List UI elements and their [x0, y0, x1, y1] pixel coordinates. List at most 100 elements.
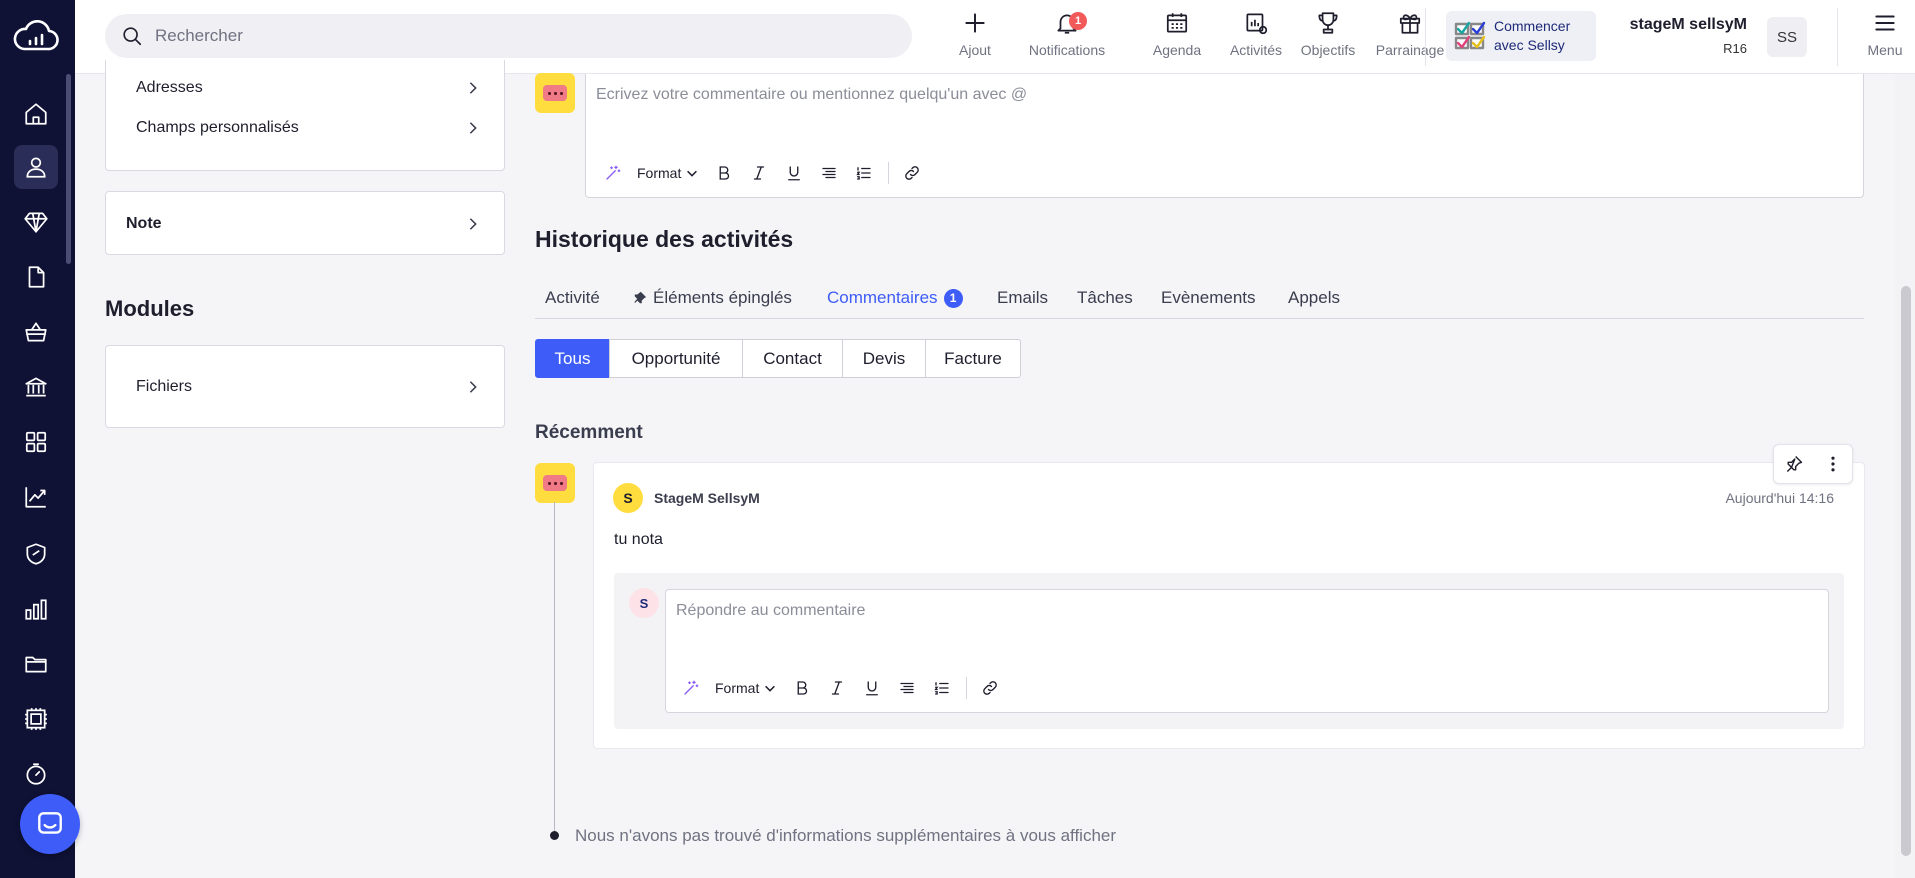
- bullet-list-icon[interactable]: [896, 677, 918, 699]
- history-title: Historique des activités: [535, 226, 794, 252]
- filter-contact[interactable]: Contact: [742, 339, 843, 378]
- chevron-right-icon: [469, 381, 477, 393]
- bold-icon[interactable]: [713, 162, 735, 184]
- reply-avatar: S: [629, 588, 659, 618]
- folder-icon[interactable]: [14, 642, 58, 686]
- format-label: Format: [715, 680, 760, 696]
- underline-icon[interactable]: [783, 162, 805, 184]
- files-card[interactable]: Fichiers: [105, 345, 505, 428]
- filter-invoice[interactable]: Facture: [925, 339, 1021, 378]
- files-label: Fichiers: [136, 378, 193, 395]
- files-row[interactable]: Fichiers: [136, 378, 480, 396]
- tab-activity[interactable]: Activité: [545, 278, 600, 318]
- calendar-icon: [1166, 13, 1188, 33]
- magic-wand-icon[interactable]: [680, 677, 702, 699]
- format-dropdown[interactable]: Format: [637, 165, 699, 181]
- numbered-list-icon[interactable]: [931, 677, 953, 699]
- addresses-label: Adresses: [136, 79, 203, 96]
- tab-calls[interactable]: Appels: [1288, 278, 1340, 318]
- search-input[interactable]: [155, 26, 855, 46]
- notifications-button[interactable]: 1 Notifications: [999, 10, 1135, 64]
- reply-editor[interactable]: Répondre au commentaire Format: [665, 589, 1829, 713]
- activities-label: Activités: [1229, 42, 1283, 58]
- filter-opportunity[interactable]: Opportunité: [609, 339, 743, 378]
- reply-toolbar: Format: [680, 676, 1014, 700]
- contacts-icon[interactable]: [14, 145, 58, 189]
- shield-icon[interactable]: [14, 532, 58, 576]
- chat-support-icon[interactable]: [20, 794, 80, 854]
- gift-icon: [1399, 14, 1421, 34]
- chart-icon[interactable]: [14, 475, 58, 519]
- start-with-sellsy-card[interactable]: Commencer avec Sellsy: [1446, 11, 1596, 61]
- tab-events[interactable]: Evènements: [1161, 278, 1256, 318]
- note-row[interactable]: Note: [126, 215, 480, 233]
- add-button[interactable]: Ajout: [945, 10, 1005, 64]
- link-icon[interactable]: [979, 677, 1001, 699]
- filter-quote[interactable]: Devis: [842, 339, 926, 378]
- tab-tasks[interactable]: Tâches: [1077, 278, 1133, 318]
- format-dropdown[interactable]: Format: [715, 680, 777, 696]
- reply-placeholder[interactable]: Répondre au commentaire: [676, 602, 865, 620]
- custom-fields-label: Champs personnalisés: [136, 119, 299, 136]
- underline-icon[interactable]: [861, 677, 883, 699]
- referral-label: Parrainage: [1375, 42, 1445, 58]
- tab-pinned[interactable]: Éléments épinglés: [633, 278, 792, 318]
- custom-fields-row[interactable]: Champs personnalisés: [136, 119, 480, 137]
- activities-icon: [1246, 13, 1268, 35]
- sidebar-scrollbar[interactable]: [66, 74, 71, 264]
- magic-wand-icon[interactable]: [602, 162, 624, 184]
- home-icon[interactable]: [14, 92, 58, 136]
- tab-label: Tâches: [1077, 288, 1133, 307]
- notifications-badge: 1: [1069, 12, 1087, 30]
- user-avatar[interactable]: SS: [1767, 17, 1807, 57]
- menu-label: Menu: [1867, 42, 1903, 58]
- apps-icon[interactable]: [14, 420, 58, 464]
- bank-icon[interactable]: [14, 365, 58, 409]
- basket-icon[interactable]: [14, 310, 58, 354]
- user-name[interactable]: stageM sellsyM: [1625, 16, 1747, 34]
- page-scrollbar[interactable]: [1895, 74, 1915, 878]
- comment-timestamp: Aujourd'hui 14:16: [1725, 490, 1834, 506]
- filter-all[interactable]: Tous: [535, 339, 610, 378]
- toolbar-divider: [966, 677, 968, 699]
- comment-author: StageM SellsyM: [654, 490, 760, 506]
- italic-icon[interactable]: [748, 162, 770, 184]
- page-scrollbar-thumb[interactable]: [1901, 286, 1911, 856]
- comment-text: tu nota: [614, 531, 663, 548]
- history-tabs: Activité Éléments épinglés Commentaires …: [535, 278, 1864, 319]
- sellsy-logo-icon[interactable]: [13, 18, 59, 54]
- editor-toolbar: Format: [602, 161, 936, 185]
- tab-comments[interactable]: Commentaires 1: [827, 278, 963, 318]
- main-sidebar: [0, 0, 80, 878]
- italic-icon[interactable]: [826, 677, 848, 699]
- tab-emails[interactable]: Emails: [997, 278, 1048, 318]
- comment-actions: [1773, 444, 1853, 484]
- pin-icon: [634, 291, 647, 304]
- menu-button[interactable]: Menu: [1855, 10, 1915, 64]
- addresses-row[interactable]: Adresses: [136, 79, 480, 97]
- document-icon[interactable]: [14, 255, 58, 299]
- numbered-list-icon[interactable]: [853, 162, 875, 184]
- tab-label: Appels: [1288, 288, 1340, 307]
- diamond-icon[interactable]: [14, 200, 58, 244]
- comment-placeholder[interactable]: Ecrivez votre commentaire ou mentionnez …: [596, 86, 1027, 104]
- timer-icon[interactable]: [14, 752, 58, 796]
- tab-label: Emails: [997, 288, 1049, 307]
- link-icon[interactable]: [901, 162, 923, 184]
- comment-type-icon: [535, 463, 575, 503]
- comment-editor[interactable]: Ecrivez votre commentaire ou mentionnez …: [585, 74, 1864, 198]
- bar-chart-icon[interactable]: [14, 587, 58, 631]
- search-bar[interactable]: [105, 14, 912, 58]
- trophy-icon: [1318, 12, 1338, 34]
- more-vertical-icon[interactable]: [1823, 454, 1843, 474]
- stamp-icon[interactable]: [14, 697, 58, 741]
- bold-icon[interactable]: [791, 677, 813, 699]
- note-label: Note: [126, 215, 162, 232]
- agenda-button[interactable]: Agenda: [1137, 10, 1217, 64]
- bullet-list-icon[interactable]: [818, 162, 840, 184]
- note-card[interactable]: Note: [105, 191, 505, 255]
- chevron-right-icon: [469, 122, 477, 134]
- pin-icon[interactable]: [1784, 454, 1804, 474]
- chevron-down-icon: [765, 685, 776, 692]
- chevron-right-icon: [469, 218, 477, 230]
